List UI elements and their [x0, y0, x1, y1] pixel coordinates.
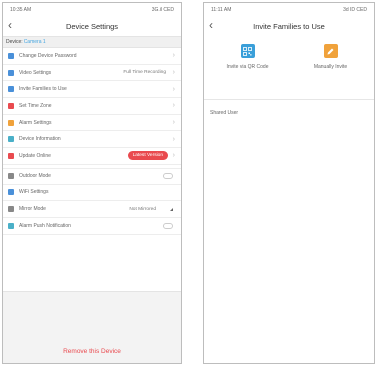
update-icon	[8, 152, 14, 159]
invite-qr-button[interactable]: Invite via QR Code	[208, 44, 288, 99]
row-label: Change Device Password	[19, 52, 77, 59]
mirror-icon	[8, 206, 14, 213]
recording-mode-value: Full Time Recording	[123, 70, 166, 76]
chevron-right-icon: ›	[172, 102, 175, 110]
lock-icon	[8, 52, 14, 59]
status-time: 11:11 AM	[211, 6, 232, 13]
dropdown-corner-icon	[170, 207, 173, 211]
chevron-right-icon: ›	[172, 119, 175, 127]
alarm-push-row: Alarm Push Notification	[3, 218, 181, 235]
info-icon	[8, 136, 14, 143]
row-label: Alarm Push Notification	[19, 222, 71, 229]
mirror-mode-row[interactable]: Mirror Mode Not Mirrored	[3, 201, 181, 218]
outdoor-icon	[8, 173, 14, 180]
chevron-right-icon: ›	[172, 85, 175, 93]
device-information-row[interactable]: Device Information ›	[3, 131, 181, 149]
time-zone-row[interactable]: Set Time Zone ›	[3, 98, 181, 115]
device-settings-screen: 10:35 AM 3G.il CED ‹ Device Settings Dev…	[2, 2, 182, 364]
status-signal: 3d ID CED	[343, 6, 367, 13]
device-name-row: Device: Camera 1	[3, 36, 181, 48]
page-title: Invite Families to Use	[253, 21, 325, 31]
row-label: Set Time Zone	[19, 102, 52, 109]
share-icon	[8, 86, 14, 93]
row-label: WiFi Settings	[19, 189, 49, 196]
remove-device-button[interactable]: Remove this Device	[3, 348, 181, 360]
page-title: Device Settings	[65, 21, 119, 31]
status-bar: 10:35 AM 3G.il CED	[3, 3, 181, 16]
video-settings-row[interactable]: Video Settings Full Time Recording ›	[3, 65, 181, 82]
chevron-right-icon: ›	[172, 52, 175, 60]
chevron-right-icon: ›	[172, 69, 175, 77]
status-signal: 3G.il CED	[151, 6, 174, 13]
invite-qr-label: Invite via QR Code	[226, 64, 269, 70]
alarm-push-toggle[interactable]	[163, 222, 173, 229]
shared-user-label: Shared User	[210, 110, 239, 116]
update-online-row[interactable]: Update Online Latest Version ›	[3, 148, 181, 165]
pencil-icon	[323, 44, 338, 58]
outdoor-mode-toggle[interactable]	[163, 173, 173, 180]
alarm-icon	[8, 119, 14, 126]
qr-code-icon	[240, 44, 255, 58]
status-time: 10:35 AM	[10, 6, 32, 13]
chevron-right-icon: ›	[172, 135, 175, 143]
row-label: Device Information	[19, 136, 61, 143]
video-icon	[8, 69, 14, 76]
row-label: Mirror Mode	[19, 206, 46, 213]
row-label: Invite Families to Use	[19, 86, 67, 93]
manual-invite-label: Manually Invite	[313, 64, 348, 70]
nav-bar: ‹ Device Settings	[3, 16, 181, 36]
row-label: Update Online	[19, 152, 51, 159]
device-label: Device:	[6, 39, 23, 45]
back-arrow-icon[interactable]: ‹	[8, 19, 12, 31]
chevron-right-icon: ›	[172, 152, 175, 160]
invite-families-screen: 11:11 AM 3d ID CED ‹ Invite Families to …	[203, 2, 375, 364]
invite-families-row[interactable]: Invite Families to Use ›	[3, 81, 181, 99]
row-label: Alarm Settings	[19, 119, 52, 126]
nav-bar: ‹ Invite Families to Use	[204, 16, 374, 36]
row-label: Video Settings	[19, 69, 52, 76]
invite-options: Invite via QR Code Manually Invite	[204, 36, 374, 100]
manual-invite-button[interactable]: Manually Invite	[291, 44, 371, 99]
latest-version-badge: Latest Version	[127, 151, 168, 161]
change-password-row[interactable]: Change Device Password ›	[3, 48, 181, 65]
device-name-value: Camera 1	[23, 39, 46, 45]
outdoor-mode-row: Outdoor Mode	[3, 167, 181, 185]
mirror-mode-value: Not Mirrored	[129, 206, 156, 212]
wifi-icon	[8, 189, 14, 196]
row-label: Outdoor Mode	[19, 173, 51, 180]
notification-icon	[8, 222, 14, 229]
clock-icon	[8, 102, 14, 109]
status-bar: 11:11 AM 3d ID CED	[204, 3, 374, 16]
wifi-settings-row[interactable]: WiFi Settings	[3, 185, 181, 202]
alarm-settings-row[interactable]: Alarm Settings ›	[3, 115, 181, 132]
back-arrow-icon[interactable]: ‹	[209, 19, 213, 31]
